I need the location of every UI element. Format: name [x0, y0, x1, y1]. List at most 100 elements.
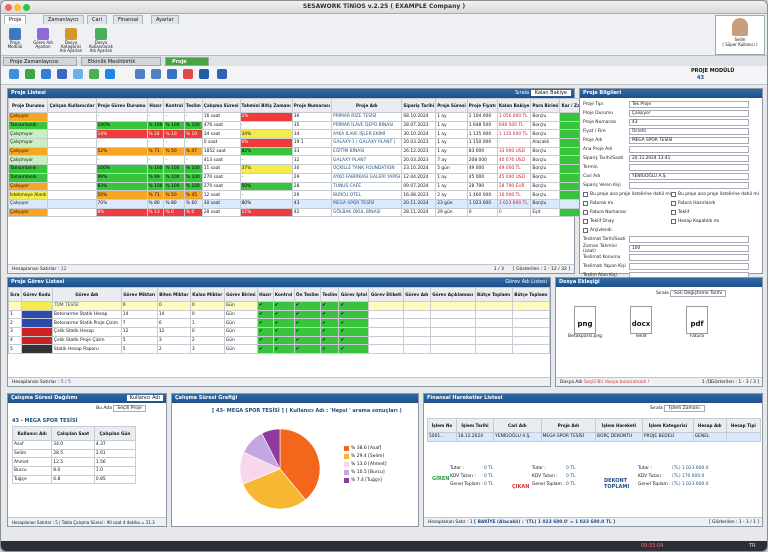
task-row[interactable]: 4 Çelik Statik Proje Çizim 5 3 2 Gün ✔ ✔ ✔ ✔ ✔ — [8, 335, 551, 346]
task-row[interactable]: 1 Betonarme Statik Hesap 14 14 0 Gün ✔ ✔ ✔ ✔ ✔ — [8, 309, 551, 320]
col-header[interactable]: Görev Açıklaması — [429, 287, 476, 302]
ribbon-tab-finansal[interactable]: Finansal — [113, 15, 144, 24]
col-header[interactable]: Hazır — [146, 98, 165, 113]
col-header[interactable]: Görev Birimi — [223, 287, 258, 302]
ribbon-tab-zamanlayici[interactable]: Zamanlayıcı — [43, 15, 84, 24]
task-check[interactable]: ✔ — [293, 327, 322, 337]
info-checkbox[interactable]: Teklif Onay — [583, 217, 671, 226]
col-header[interactable]: Çalışılan Saat — [51, 426, 95, 441]
info-input[interactable]: Ücretli — [629, 128, 749, 135]
task-check[interactable]: ✔ — [272, 344, 295, 355]
task-check[interactable]: ✔ — [272, 318, 295, 329]
task-check[interactable]: ✔ — [320, 335, 340, 346]
table-row[interactable]: Tuğçe 6.8 0.85 — [11, 474, 137, 485]
table-row[interactable]: Ahmet 12.5 1.56 — [11, 457, 137, 468]
table-row[interactable]: Çalışıyor 83%% 100% 100% 100 270 saat 50% 28… — [7, 181, 663, 192]
info-input[interactable] — [629, 236, 749, 243]
info-checkbox[interactable]: Fatura Numarası — [583, 208, 671, 217]
col-header[interactable]: Proje Adı — [540, 418, 597, 433]
info-input[interactable]: 43 — [629, 119, 749, 126]
task-check[interactable]: ✔ — [320, 327, 340, 337]
col-header[interactable]: Görev Adı — [402, 287, 431, 302]
task-row[interactable]: TÜM TESİSİ 0 0 0 Gün ✔ ✔ ✔ ✔ ✔ — [8, 301, 551, 311]
language[interactable]: TR — [749, 543, 756, 549]
info-input[interactable]: 20.11.2024 13:41 — [629, 155, 749, 162]
info-input[interactable] — [629, 146, 749, 153]
tab-activity[interactable]: Etkinlik Mesihbirtik — [81, 57, 161, 66]
col-header[interactable]: İşlem Tarihi — [455, 418, 495, 433]
info-input[interactable]: 100 — [629, 245, 749, 252]
task-check[interactable]: ✔ — [320, 301, 340, 311]
col-header[interactable]: Proje Numarası — [291, 98, 333, 113]
col-header[interactable]: Kullanıcı Adı — [11, 426, 53, 441]
finance-sort[interactable]: Sırala İşlem Zamanı — [650, 405, 705, 412]
task-check[interactable]: ✔ — [256, 335, 274, 346]
task-filter[interactable]: Görev Adı Listesi — [505, 279, 547, 285]
info-checkbox[interactable]: Arşivlendi — [583, 226, 671, 235]
period-filter[interactable]: Bu Ada Seçili Proje — [96, 405, 146, 412]
user-filter[interactable]: Kullanıcı Adı — [126, 395, 163, 401]
col-header[interactable]: Proje Fiyatı — [466, 98, 498, 113]
task-check[interactable]: ✔ — [338, 301, 370, 311]
task-check[interactable]: ✔ — [320, 318, 340, 329]
task-check[interactable]: ✔ — [320, 344, 340, 355]
col-header[interactable]: Çalışılan Gün — [93, 426, 137, 441]
col-header[interactable]: Proje Adı — [331, 98, 403, 113]
table-row[interactable]: Çalışıyor - - - -16 saat 1% 36 PRİMAR RİZE TESİ… — [7, 112, 663, 122]
col-header[interactable]: İşlem No — [427, 418, 457, 433]
task-check[interactable]: ✔ — [338, 335, 370, 346]
task-row[interactable]: 2 Betonarme Statik Proje Çizim 7 6 1 Gün ✔ ✔ ✔ ✔ ✔ — [8, 318, 551, 329]
table-row[interactable]: Asaf 34.0 4.37 — [11, 440, 137, 450]
task-check[interactable]: ✔ — [256, 344, 274, 355]
task-check[interactable]: ✔ — [293, 309, 322, 320]
table-row[interactable]: Burcu 8.0 1.0 — [11, 466, 137, 476]
col-header[interactable]: Hesap Tipi — [725, 418, 762, 433]
task-check[interactable]: ✔ — [256, 327, 274, 337]
project-module-button[interactable]: Proje Modülü — [3, 28, 27, 49]
col-header[interactable]: Görev İptal — [338, 287, 370, 302]
info-checkbox[interactable]: Bu proje ana proje listelirine dahil mi — [583, 190, 671, 199]
undo-icon[interactable] — [135, 69, 145, 79]
task-check[interactable]: ✔ — [272, 327, 295, 337]
col-header[interactable]: Biten Miktar — [156, 287, 191, 302]
info-input[interactable] — [629, 263, 749, 270]
col-header[interactable]: Proje Süresi — [435, 98, 468, 113]
col-header[interactable]: Görev Miktarı — [120, 287, 158, 302]
table-row[interactable]: Tamamlandı 100%% 100% 100% 100 11 saat 37% 3… — [7, 164, 663, 174]
task-check[interactable]: ✔ — [338, 344, 370, 355]
files-sort[interactable]: Sırala Son Değiştirme Tarihi — [656, 290, 727, 297]
copy-icon[interactable] — [89, 69, 99, 79]
table-row[interactable]: Çalışıyor 52%% 71% 50% 47 1852 saat 82% 33 EĞ… — [7, 146, 663, 157]
col-header[interactable]: Cari Adı — [493, 418, 542, 433]
col-header[interactable]: Kontrol — [163, 98, 185, 113]
info-input[interactable] — [629, 164, 749, 171]
file-item[interactable]: pdf Fatura — [680, 306, 714, 339]
settings-icon[interactable] — [217, 69, 227, 79]
info-input[interactable]: Tek Proje — [629, 101, 749, 108]
table-row[interactable]: Tamamlandı 100%% 100% 100% 100 476 saat -35… — [7, 120, 663, 131]
info-checkbox[interactable]: Bu proje ana proje listelirine dahil mi — [671, 190, 759, 199]
file-item[interactable]: docx Teklif — [624, 306, 658, 339]
task-check[interactable]: ✔ — [256, 309, 274, 320]
info-input[interactable]: MEGA SPOR TESİSİ — [629, 137, 749, 144]
col-header[interactable]: İşlem Hareketi — [595, 418, 643, 433]
file-item[interactable]: png Betokparsl.png — [568, 306, 602, 339]
col-header[interactable]: Teslim — [320, 287, 340, 302]
save-icon[interactable] — [57, 69, 67, 79]
sort-select[interactable]: Kalan Bakiye — [530, 90, 571, 96]
info-input[interactable]: YENİGOĞLU A.Ş. — [629, 173, 749, 180]
table-row[interactable]: Tamamlandı 99%% 99% 100% 100 270 saat -29 AY… — [7, 172, 663, 183]
table-row[interactable]: Çalışıyor 8%% 13% 0% 0 28 saat 11% 42 GÖLBAK … — [7, 207, 663, 218]
col-header[interactable]: Proje Durumu — [7, 98, 49, 113]
task-check[interactable]: ✔ — [338, 309, 370, 320]
col-header[interactable]: Görev Etiketi — [368, 287, 404, 302]
col-header[interactable]: İşlem Kategorisi — [641, 418, 694, 433]
col-header[interactable]: Kalan Bakiye — [496, 98, 532, 113]
table-row[interactable]: İstekmeye Alındı 50%% 71% 50% 45 12 saat -2… — [7, 190, 663, 200]
refresh-icon[interactable] — [9, 69, 19, 79]
info-checkbox[interactable]: Hesap Kapatıldı mı — [671, 217, 759, 226]
col-header[interactable]: Çalışan Kullanıcılar — [47, 98, 97, 113]
col-header[interactable]: Teslim — [183, 98, 203, 113]
col-header[interactable]: Tahmini Bitiş Zamanı — [239, 98, 293, 113]
col-header[interactable]: Bütçe Toplamı — [511, 287, 551, 302]
